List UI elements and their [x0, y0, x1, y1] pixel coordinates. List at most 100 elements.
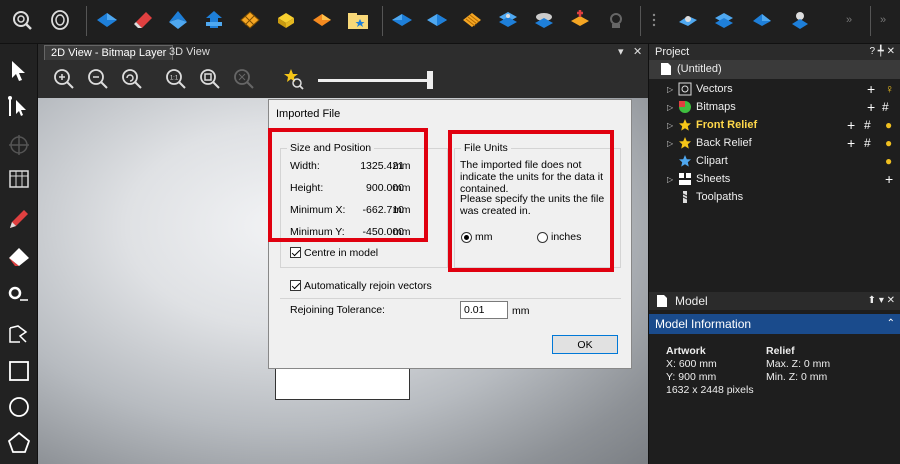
tree-item-back-relief[interactable]: Back Relief	[696, 134, 752, 152]
back-relief-star-icon	[678, 136, 692, 150]
pencil-icon[interactable]	[6, 206, 32, 232]
grid-icon[interactable]	[6, 166, 32, 192]
relief-max-z: Max. Z: 0 mm	[766, 358, 831, 370]
mesh-icon[interactable]	[238, 8, 262, 32]
zoom-fit-icon[interactable]	[198, 67, 222, 91]
tolerance-unit: mm	[512, 305, 530, 317]
zoom-in-icon[interactable]	[52, 67, 76, 91]
folder-star-icon[interactable]	[346, 8, 370, 32]
auto-rejoin-label[interactable]: Automatically rejoin vectors	[304, 280, 432, 292]
centre-in-model-checkbox[interactable]	[290, 247, 301, 258]
zoom-slider-thumb[interactable]	[427, 71, 433, 89]
yellow-box-icon[interactable]	[274, 8, 298, 32]
bitmaps-icon	[678, 100, 692, 114]
material-block	[275, 368, 410, 400]
expand-back-relief-icon[interactable]: ▷	[667, 139, 673, 148]
blue-arrow-icon[interactable]	[425, 8, 449, 32]
node-edit-icon[interactable]	[6, 94, 32, 120]
expand-sheets-icon[interactable]: ▷	[667, 175, 673, 184]
select-arrow-icon[interactable]	[6, 58, 32, 84]
tree-item-sheets[interactable]: Sheets	[696, 170, 730, 188]
project-root-label: (Untitled)	[677, 63, 722, 75]
centre-in-model-label[interactable]: Centre in model	[304, 247, 378, 259]
ok-button[interactable]: OK	[552, 335, 618, 354]
sheets-add-icon[interactable]: +	[885, 172, 893, 186]
expand-front-relief-icon[interactable]: ▷	[667, 121, 673, 130]
front-relief-grid-icon[interactable]: #	[864, 118, 871, 132]
rectangle-icon[interactable]	[6, 358, 32, 384]
preset-view-icon[interactable]	[48, 8, 72, 32]
tab-close-icon[interactable]: ✕	[633, 45, 642, 58]
back-relief-lightbulb-icon[interactable]: ●	[885, 136, 892, 150]
gray-shape-icon[interactable]	[604, 8, 628, 32]
zoom-out-icon[interactable]	[86, 67, 110, 91]
overflow-right-icon[interactable]: »	[880, 8, 900, 32]
auto-rejoin-checkbox[interactable]	[290, 280, 301, 291]
vectors-icon	[678, 82, 692, 96]
blue-bell-icon[interactable]	[788, 8, 812, 32]
eraser-icon[interactable]	[6, 244, 32, 270]
orange-grid-icon[interactable]	[460, 8, 484, 32]
tree-item-front-relief[interactable]: Front Relief	[696, 116, 757, 134]
blue-tool-icon[interactable]	[676, 8, 700, 32]
back-relief-grid-icon[interactable]: #	[864, 136, 871, 150]
red-erase-icon[interactable]	[132, 8, 156, 32]
tree-item-clipart[interactable]: Clipart	[696, 152, 728, 170]
collapse-chevron-icon[interactable]: ⌃	[887, 314, 895, 334]
model-panel-controls[interactable]: ⬆ ▾ ✕	[868, 292, 895, 310]
front-relief-star-icon	[678, 118, 692, 132]
tree-item-vectors[interactable]: Vectors	[696, 80, 733, 98]
zoom-previous-icon[interactable]	[120, 67, 144, 91]
relief-min-z: Min. Z: 0 mm	[766, 371, 828, 383]
orange-star-icon[interactable]	[568, 8, 592, 32]
circle-icon[interactable]	[6, 394, 32, 420]
project-root-row[interactable]: (Untitled)	[649, 60, 900, 79]
svg-text:1:1: 1:1	[170, 76, 179, 82]
front-relief-lightbulb-icon[interactable]: ●	[885, 118, 892, 132]
tab-3d-view[interactable]: 3D View	[163, 45, 216, 60]
expand-bitmaps-icon[interactable]: ▷	[667, 103, 673, 112]
blue-diamond-icon[interactable]	[750, 8, 774, 32]
transform-icon[interactable]	[6, 132, 32, 158]
back-relief-add-icon[interactable]: +	[847, 136, 855, 150]
zoom-selection-icon[interactable]	[232, 67, 256, 91]
tab-dropdown-icon[interactable]: ▾	[618, 45, 624, 58]
polygon-icon[interactable]	[6, 430, 32, 456]
zoom-slider-track[interactable]	[318, 79, 430, 82]
right-panel: Project ? ╇ ✕ (Untitled) ▷ Vectors + ♀ ▷…	[648, 44, 900, 464]
stack-icon[interactable]	[496, 8, 520, 32]
bitmaps-add-icon[interactable]: +	[867, 100, 875, 114]
tolerance-input[interactable]	[460, 301, 508, 319]
model-panel-header: Model ⬆ ▾ ✕	[649, 292, 900, 310]
tree-item-toolpaths[interactable]: Toolpaths	[696, 188, 743, 206]
document-icon	[659, 62, 673, 76]
artwork-heading: Artwork	[666, 345, 706, 357]
blue-plane-icon[interactable]	[95, 8, 119, 32]
clipart-star-icon	[678, 154, 692, 168]
polyline-icon[interactable]	[6, 322, 32, 348]
blue-house-icon[interactable]	[202, 8, 226, 32]
view-tabbar: 2D View - Bitmap Layer 3D View ▾ ✕	[38, 44, 648, 60]
rotate-view-icon[interactable]	[10, 8, 34, 32]
model-panel-title: Model	[675, 294, 708, 308]
tree-item-bitmaps[interactable]: Bitmaps	[696, 98, 736, 116]
tab-2d-view[interactable]: 2D View - Bitmap Layer	[44, 45, 174, 60]
file-units-highlight	[448, 130, 614, 272]
orange-diamond-icon[interactable]	[310, 8, 334, 32]
zoom-1to1-icon[interactable]: 1:1	[164, 67, 188, 91]
expand-vectors-icon[interactable]: ▷	[667, 85, 673, 94]
vectors-lightbulb-icon[interactable]: ♀	[885, 82, 894, 96]
bitmaps-grid-icon[interactable]: #	[882, 100, 889, 114]
blue-wedge-icon[interactable]	[390, 8, 414, 32]
blue-layers-icon[interactable]	[712, 8, 736, 32]
model-information-header[interactable]: Model Information ⌃	[649, 314, 900, 334]
overflow-icon[interactable]: »	[846, 8, 870, 32]
pen-node-icon[interactable]	[6, 282, 32, 308]
stack-layers-icon[interactable]	[532, 8, 556, 32]
project-panel-controls[interactable]: ? ╇ ✕	[869, 44, 895, 60]
vectors-add-icon[interactable]: +	[867, 82, 875, 96]
zoom-star-icon[interactable]	[282, 67, 306, 91]
clipart-lightbulb-icon[interactable]: ●	[885, 154, 892, 168]
blue-roof-icon[interactable]	[166, 8, 190, 32]
front-relief-add-icon[interactable]: +	[847, 118, 855, 132]
